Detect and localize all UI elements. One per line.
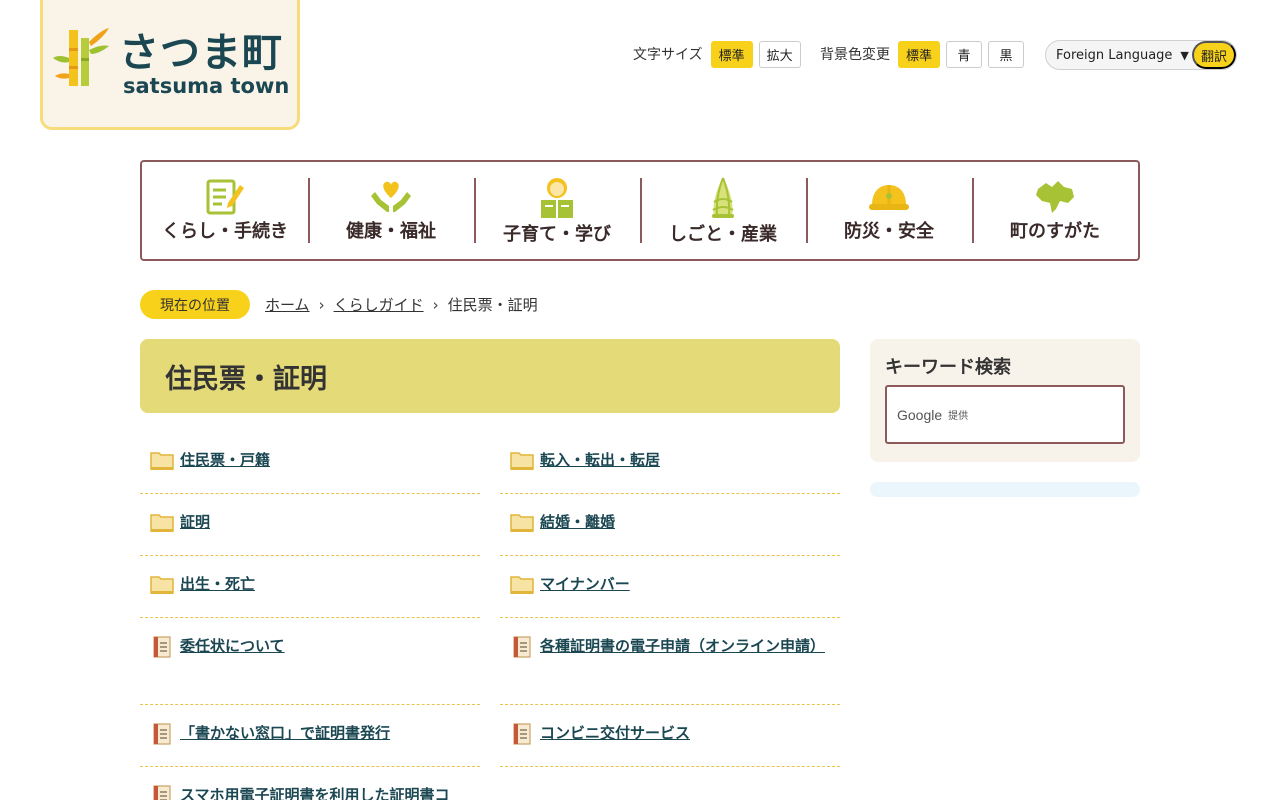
keyword-search-panel: キーワード検索 Google 提供 xyxy=(870,339,1140,462)
page-link[interactable]: スマホ用電子証明書を利用した証明書コ xyxy=(180,781,450,800)
background-color-controls: 背景色変更 標準 青 黒 xyxy=(820,40,1030,68)
list-item: コンビニ交付サービス xyxy=(500,705,840,767)
language-select[interactable]: Foreign Language ▼ xyxy=(1046,48,1192,63)
bg-black-button[interactable]: 黒 xyxy=(988,40,1025,68)
page-title: 住民票・証明 xyxy=(140,339,840,413)
gnav-label: 健康・福祉 xyxy=(346,221,436,242)
list-item: 証明 xyxy=(140,494,480,556)
document-pen-icon xyxy=(203,176,247,217)
list-item: スマホ用電子証明書を利用した証明書コ xyxy=(140,767,480,800)
child-book-icon xyxy=(535,176,579,220)
list-item: 各種証明書の電子申請（オンライン申請） xyxy=(500,618,840,705)
gnav-item-childcare[interactable]: 子育て・学び xyxy=(474,176,640,245)
search-title: キーワード検索 xyxy=(885,357,1011,378)
list-item: 委任状について xyxy=(140,618,480,705)
empty-cell xyxy=(500,767,840,800)
list-item: 住民票・戸籍 xyxy=(140,432,480,494)
folder-icon xyxy=(150,576,174,594)
translate-button[interactable]: 翻訳 xyxy=(1192,41,1236,69)
gnav-item-work[interactable]: しごと・産業 xyxy=(640,176,806,245)
page-icon xyxy=(153,785,171,800)
logo-name-en: satsuma town xyxy=(123,74,290,98)
breadcrumb-tag: 現在の位置 xyxy=(140,290,250,319)
page-link[interactable]: 委任状について xyxy=(180,632,285,661)
folder-icon xyxy=(150,514,174,532)
font-size-label: 文字サイズ xyxy=(633,47,703,63)
folder-icon xyxy=(510,514,534,532)
gnav-label: 子育て・学び xyxy=(503,224,611,245)
helmet-icon xyxy=(867,176,911,217)
town-map-icon xyxy=(1033,176,1077,217)
category-link[interactable]: 住民票・戸籍 xyxy=(180,446,270,475)
breadcrumb-home-link[interactable]: ホーム xyxy=(265,294,310,315)
category-link[interactable]: 出生・死亡 xyxy=(180,570,255,599)
list-item: 転入・転出・転居 xyxy=(500,432,840,494)
category-link[interactable]: マイナンバー xyxy=(540,570,630,599)
breadcrumb-guide-link[interactable]: くらしガイド xyxy=(334,294,424,315)
heart-hands-icon xyxy=(369,176,413,217)
google-label: Google xyxy=(897,406,943,423)
font-size-standard-button[interactable]: 標準 xyxy=(710,40,753,68)
breadcrumb-current: 住民票・証明 xyxy=(447,296,538,314)
page-link[interactable]: 各種証明書の電子申請（オンライン申請） xyxy=(540,632,825,661)
category-link[interactable]: 証明 xyxy=(180,508,210,537)
sidebar-banner xyxy=(870,482,1140,497)
chevron-right-icon: › xyxy=(432,295,439,314)
gnav-label: 防災・安全 xyxy=(844,221,934,242)
list-item: 出生・死亡 xyxy=(140,556,480,618)
chevron-right-icon: › xyxy=(318,295,325,314)
list-item: 結婚・離婚 xyxy=(500,494,840,556)
font-size-large-button[interactable]: 拡大 xyxy=(758,40,801,68)
page-icon xyxy=(153,636,171,658)
page-link[interactable]: 「書かない窓口」で証明書発行 xyxy=(180,719,390,748)
language-select-value: Foreign Language xyxy=(1056,47,1173,63)
gnav-label: しごと・産業 xyxy=(669,224,777,245)
search-input[interactable]: Google 提供 xyxy=(885,385,1125,444)
bg-blue-button[interactable]: 青 xyxy=(946,40,983,68)
gnav-label: 町のすがた xyxy=(1010,221,1100,242)
category-link[interactable]: 結婚・離婚 xyxy=(540,508,615,537)
category-link[interactable]: 転入・転出・転居 xyxy=(540,446,660,475)
breadcrumb: 現在の位置 ホーム › くらしガイド › 住民票・証明 xyxy=(140,290,538,319)
folder-icon xyxy=(150,452,174,470)
page-icon xyxy=(153,723,171,745)
gnav-item-town[interactable]: 町のすがた xyxy=(972,178,1138,243)
gnav-item-living[interactable]: くらし・手続き xyxy=(142,178,308,243)
google-provided-label: 提供 xyxy=(948,411,969,422)
site-logo[interactable]: さつま町 satsuma town xyxy=(40,0,300,130)
bamboo-logo-icon xyxy=(53,28,109,86)
category-link-list: 住民票・戸籍 転入・転出・転居 証明 結婚・離婚 出生・死亡 マイナンバー 委任… xyxy=(140,432,840,800)
page-icon xyxy=(513,723,531,745)
folder-icon xyxy=(510,452,534,470)
list-item: 「書かない窓口」で証明書発行 xyxy=(140,705,480,767)
bamboo-shoot-icon xyxy=(701,176,745,220)
gnav-item-safety[interactable]: 防災・安全 xyxy=(806,178,972,243)
gnav-label: くらし・手続き xyxy=(162,221,288,242)
global-nav: くらし・手続き 健康・福祉 子育て・学び しごと・産業 防災・安全 町のすがた xyxy=(140,160,1140,261)
page-icon xyxy=(513,636,531,658)
font-size-controls: 文字サイズ 標準 拡大 xyxy=(633,40,807,68)
bg-standard-button[interactable]: 標準 xyxy=(898,40,941,68)
background-color-label: 背景色変更 xyxy=(820,47,890,63)
logo-name-ja: さつま町 xyxy=(119,30,283,76)
page-link[interactable]: コンビニ交付サービス xyxy=(540,719,690,748)
list-item: マイナンバー xyxy=(500,556,840,618)
language-selector: Foreign Language ▼ 翻訳 xyxy=(1045,40,1237,70)
dropdown-arrow-icon: ▼ xyxy=(1180,48,1189,62)
gnav-item-health[interactable]: 健康・福祉 xyxy=(308,178,474,243)
folder-icon xyxy=(510,576,534,594)
